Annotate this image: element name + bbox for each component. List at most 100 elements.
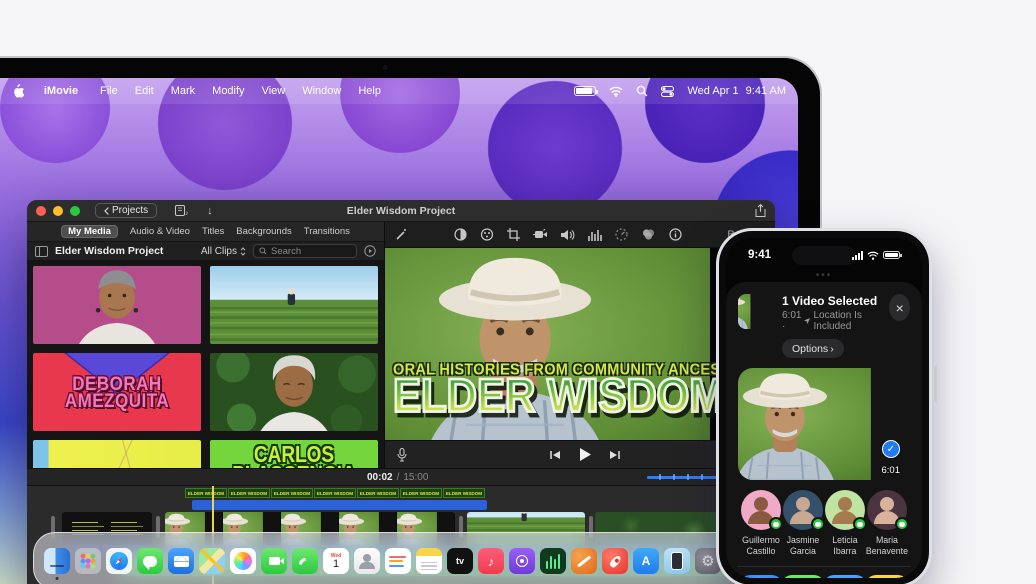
dock-app-store-icon[interactable]: A (633, 548, 659, 574)
share-mail[interactable]: Mail (824, 575, 866, 578)
stabilization-camera-icon[interactable] (533, 229, 548, 240)
dock-photos-icon[interactable] (230, 548, 256, 574)
timecode-current: 00:02 (367, 472, 393, 483)
window-titlebar: Projects ♪ ↓ Elder Wisdom Project (27, 200, 775, 222)
clip-thumbnail-woman-closeup[interactable] (210, 353, 378, 431)
menu-bar-date[interactable]: Wed Apr 1 (687, 85, 738, 97)
minimize-window-button[interactable] (53, 206, 63, 216)
apple-menu-icon[interactable] (12, 84, 25, 99)
media-browser-pane: My Media Audio & Video Titles Background… (27, 222, 385, 468)
share-notes[interactable]: Notes (866, 575, 908, 578)
title-card-map[interactable]: UNITED STATES (33, 440, 201, 468)
share-icon[interactable] (755, 204, 766, 217)
appstore-glyph: A (642, 554, 651, 568)
menu-bar-time[interactable]: 9:41 AM (746, 85, 786, 97)
previous-frame-button[interactable] (549, 450, 561, 460)
iphone-status-bar: 9:41 (726, 247, 922, 263)
selected-check-icon: ✓ (882, 440, 900, 458)
menu-help[interactable]: Help (358, 85, 381, 97)
clips-filter-dropdown[interactable]: All Clips (201, 246, 246, 257)
dock-calendar-icon[interactable]: Wed 1 (323, 548, 349, 574)
search-input[interactable]: Search (253, 244, 357, 258)
menu-window[interactable]: Window (302, 85, 341, 97)
zoom-window-button[interactable] (70, 206, 80, 216)
dock-phone-icon[interactable] (292, 548, 318, 574)
dock-podcasts-icon[interactable] (509, 548, 535, 574)
contact-guillermo[interactable]: GuillermoCastillo (740, 490, 782, 557)
notes-icon (866, 575, 908, 578)
contact-jasmine[interactable]: JasmineGarcia (782, 490, 824, 557)
iphone-wifi-icon (867, 251, 879, 260)
color-filters-icon[interactable] (641, 228, 656, 241)
close-share-sheet-button[interactable]: × (889, 294, 910, 321)
dock-messages-icon[interactable] (137, 548, 163, 574)
menu-imovie[interactable]: iMovie (39, 85, 83, 97)
color-correction-icon[interactable] (480, 228, 494, 241)
airdrop-contacts-row: GuillermoCastillo JasmineGarcia LeticiaI… (738, 490, 910, 557)
iphone-battery-icon (883, 251, 900, 259)
dock-tv-icon[interactable]: tv (447, 548, 473, 574)
dock-notes-icon[interactable] (416, 548, 442, 574)
voiceover-mic-icon[interactable] (397, 448, 407, 462)
options-button[interactable]: Options › (782, 339, 844, 358)
dock-maps-icon[interactable] (199, 548, 225, 574)
timeline-zoom-slider[interactable] (647, 471, 726, 483)
menu-edit[interactable]: Edit (135, 85, 154, 97)
tab-backgrounds[interactable]: Backgrounds (236, 226, 291, 237)
noise-eq-icon[interactable] (588, 229, 602, 241)
share-messages[interactable]: Messages (782, 575, 824, 578)
play-button[interactable] (579, 448, 591, 461)
dock-reminders-icon[interactable] (385, 548, 411, 574)
share-airdrop[interactable]: AirDrop (740, 575, 782, 578)
color-balance-icon[interactable] (454, 228, 467, 241)
selected-video-preview[interactable]: ✓ 6:01 (738, 368, 910, 480)
menu-file[interactable]: File (100, 85, 118, 97)
tab-transitions[interactable]: Transitions (304, 226, 350, 237)
contact-maria[interactable]: MariaBenavente (866, 490, 908, 557)
volume-icon[interactable] (561, 229, 575, 241)
dock-voice-memos-icon[interactable] (540, 548, 566, 574)
clip-thumbnail-farm-field[interactable] (210, 266, 378, 344)
tab-titles[interactable]: Titles (202, 226, 224, 237)
dock-music-icon[interactable]: ♪ (478, 548, 504, 574)
dock-safari-icon[interactable] (106, 548, 132, 574)
dock-contacts-icon[interactable] (354, 548, 380, 574)
menu-view[interactable]: View (262, 85, 286, 97)
location-arrow-icon (804, 317, 810, 325)
dock-iphone-mirroring-icon[interactable] (664, 548, 690, 574)
speed-gauge-icon[interactable] (615, 228, 628, 241)
clip-thumbnail-woman-portrait[interactable] (33, 266, 201, 344)
dock-facetime-icon[interactable] (261, 548, 287, 574)
media-import-icon[interactable]: ♪ (175, 205, 189, 216)
close-window-button[interactable] (36, 206, 46, 216)
import-arrow-icon[interactable]: ↓ (207, 205, 213, 217)
dock-garageband-icon[interactable] (571, 548, 597, 574)
messages-badge-icon (811, 517, 825, 531)
enhance-wand-icon[interactable] (395, 228, 408, 241)
next-frame-button[interactable] (609, 450, 621, 460)
dock-rocket-icon[interactable] (602, 548, 628, 574)
dock-launchpad-icon[interactable] (75, 548, 101, 574)
control-center-icon[interactable] (661, 86, 674, 97)
title-clip-badges[interactable]: ELDER WISDOM ELDER WISDOM ELDER WISDOM E… (185, 488, 485, 498)
contact-leticia[interactable]: LeticiaIbarra (824, 490, 866, 557)
menu-mark[interactable]: Mark (171, 85, 195, 97)
filter-play-icon[interactable] (364, 245, 376, 257)
crop-icon[interactable] (507, 228, 520, 241)
tab-audio-video[interactable]: Audio & Video (130, 226, 190, 237)
svg-text:♪: ♪ (185, 210, 189, 216)
menu-modify[interactable]: Modify (212, 85, 244, 97)
title-badge: ELDER WISDOM (314, 488, 356, 498)
title-clip-bar[interactable] (192, 500, 487, 510)
battery-icon[interactable] (574, 86, 596, 96)
info-icon[interactable] (669, 228, 682, 241)
dock-finder-icon[interactable] (44, 548, 70, 574)
dock-mail-icon[interactable] (168, 548, 194, 574)
wifi-icon[interactable] (609, 86, 623, 97)
title-card-carlos[interactable]: CARLOS PLASCENCIA (210, 440, 378, 468)
sidebar-toggle-icon[interactable] (35, 246, 48, 257)
spotlight-search-icon[interactable] (636, 85, 648, 97)
title-card-deborah[interactable]: DEBORAH AMÉZQUITA (33, 353, 201, 431)
tab-my-media[interactable]: My Media (61, 225, 118, 238)
back-to-projects-button[interactable]: Projects (95, 203, 157, 218)
